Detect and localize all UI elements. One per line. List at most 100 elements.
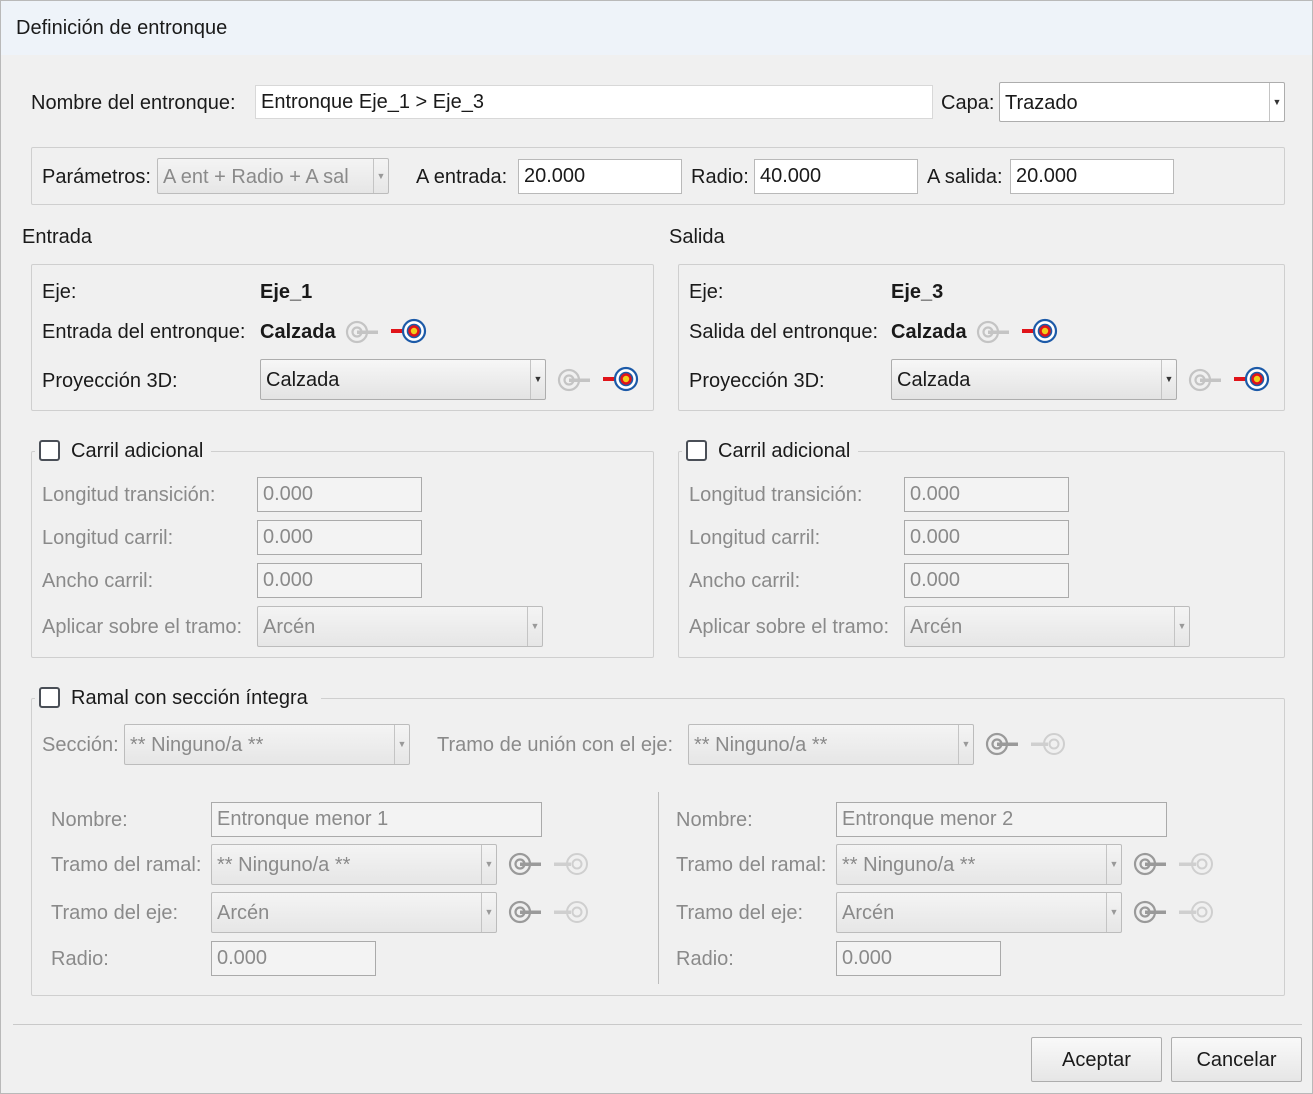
left-tramo-eje-select[interactable]: Arcén ▼	[211, 892, 497, 933]
entrada-proj-value: Calzada	[266, 369, 340, 391]
entrada-long-input[interactable]: 0.000	[257, 520, 422, 555]
right-tramo-eje-label: Tramo del eje:	[676, 902, 804, 924]
salida-aplicar-value: Arcén	[910, 616, 963, 638]
target-point-icon[interactable]	[603, 366, 641, 393]
salida-trans-input[interactable]: 0.000	[904, 477, 1069, 512]
chevron-down-icon: ▼	[481, 893, 496, 932]
entrada-eje-value: Eje_1	[260, 281, 313, 303]
dialog-window: Definición de entronque Nombre del entro…	[0, 0, 1313, 1094]
target-point-icon	[554, 901, 588, 923]
target-point-icon	[1031, 733, 1065, 755]
right-tramo-eje-value: Arcén	[842, 902, 895, 924]
entrada-ancho-input[interactable]: 0.000	[257, 563, 422, 598]
chevron-down-icon: ▼	[530, 360, 545, 399]
radio-input[interactable]: 40.000	[754, 159, 918, 194]
entrada-point-label: Entrada del entronque:	[42, 321, 246, 343]
entrada-carril-checkbox[interactable]	[39, 440, 60, 461]
pick-point-icon[interactable]	[984, 731, 1020, 757]
entrada-long-label: Longitud carril:	[42, 527, 174, 549]
pick-point-icon[interactable]	[1132, 851, 1168, 877]
seccion-select[interactable]: ** Ninguno/a ** ▼	[124, 724, 410, 765]
salida-eje-label: Eje:	[689, 281, 724, 303]
params-label: Parámetros:	[42, 166, 151, 188]
pick-point-icon	[1188, 368, 1223, 392]
entrada-proj-select[interactable]: Calzada ▼	[260, 359, 546, 400]
params-select: A ent + Radio + A sal ▼	[157, 158, 389, 194]
chevron-down-icon: ▼	[527, 607, 542, 646]
salida-trans-label: Longitud transición:	[689, 484, 863, 506]
entrada-title: Entrada	[22, 226, 93, 248]
entrada-aplicar-label: Aplicar sobre el tramo:	[42, 616, 243, 638]
seccion-label: Sección:	[42, 734, 119, 756]
salida-proj-select[interactable]: Calzada ▼	[891, 359, 1177, 400]
pick-point-icon[interactable]	[507, 851, 543, 877]
layer-select[interactable]: Trazado ▼	[999, 82, 1285, 122]
ok-button[interactable]: Aceptar	[1031, 1037, 1162, 1082]
radio-label: Radio:	[691, 166, 749, 188]
chevron-down-icon: ▼	[1106, 845, 1121, 884]
salida-aplicar-label: Aplicar sobre el tramo:	[689, 616, 890, 638]
salida-point-value: Calzada	[891, 321, 967, 343]
right-nombre-input[interactable]: Entronque menor 2	[836, 802, 1167, 837]
target-point-icon	[1179, 901, 1213, 923]
right-radio-label: Radio:	[676, 948, 734, 970]
right-tramo-eje-select[interactable]: Arcén ▼	[836, 892, 1122, 933]
salida-aplicar-select[interactable]: Arcén ▼	[904, 606, 1190, 647]
ramal-checkbox[interactable]	[39, 687, 60, 708]
chevron-down-icon: ▼	[958, 725, 973, 764]
salida-long-label: Longitud carril:	[689, 527, 821, 549]
right-nombre-label: Nombre:	[676, 809, 753, 831]
union-label: Tramo de unión con el eje:	[437, 734, 674, 756]
salida-ancho-label: Ancho carril:	[689, 570, 801, 592]
right-tramo-ramal-value: ** Ninguno/a **	[842, 854, 976, 876]
right-tramo-ramal-label: Tramo del ramal:	[676, 854, 827, 876]
chevron-down-icon: ▼	[1174, 607, 1189, 646]
a-salida-label: A salida:	[927, 166, 1003, 188]
chevron-down-icon: ▼	[394, 725, 409, 764]
a-entrada-input[interactable]: 20.000	[518, 159, 682, 194]
name-input[interactable]: Entronque Eje_1 > Eje_3	[255, 85, 933, 119]
target-point-icon[interactable]	[1234, 366, 1272, 393]
left-tramo-ramal-value: ** Ninguno/a **	[217, 854, 351, 876]
entrada-aplicar-select[interactable]: Arcén ▼	[257, 606, 543, 647]
a-salida-input[interactable]: 20.000	[1010, 159, 1174, 194]
right-radio-input[interactable]: 0.000	[836, 941, 1001, 976]
dialog-title: Definición de entronque	[16, 17, 228, 39]
salida-proj-label: Proyección 3D:	[689, 370, 825, 392]
salida-ancho-input[interactable]: 0.000	[904, 563, 1069, 598]
entrada-proj-label: Proyección 3D:	[42, 370, 178, 392]
salida-proj-value: Calzada	[897, 369, 971, 391]
a-entrada-label: A entrada:	[416, 166, 508, 188]
chevron-down-icon: ▼	[481, 845, 496, 884]
ramal-title: Ramal con sección íntegra	[71, 687, 308, 709]
left-radio-label: Radio:	[51, 948, 109, 970]
entrada-trans-input[interactable]: 0.000	[257, 477, 422, 512]
chevron-down-icon: ▼	[1161, 360, 1176, 399]
target-point-icon[interactable]	[391, 318, 429, 345]
salida-point-label: Salida del entronque:	[689, 321, 879, 343]
salida-eje-value: Eje_3	[891, 281, 944, 303]
footer-separator	[13, 1024, 1302, 1025]
entrada-trans-label: Longitud transición:	[42, 484, 216, 506]
target-point-icon[interactable]	[1022, 318, 1060, 345]
right-tramo-ramal-select[interactable]: ** Ninguno/a ** ▼	[836, 844, 1122, 885]
layer-label: Capa:	[941, 92, 995, 114]
pick-point-icon[interactable]	[1132, 899, 1168, 925]
entrada-carril-title: Carril adicional	[71, 440, 204, 462]
title-bar[interactable]: Definición de entronque	[1, 1, 1312, 55]
left-tramo-ramal-label: Tramo del ramal:	[51, 854, 202, 876]
salida-carril-checkbox[interactable]	[686, 440, 707, 461]
cancel-button[interactable]: Cancelar	[1171, 1037, 1302, 1082]
target-point-icon	[554, 853, 588, 875]
seccion-value: ** Ninguno/a **	[130, 734, 264, 756]
chevron-down-icon: ▼	[373, 159, 388, 193]
entrada-ancho-label: Ancho carril:	[42, 570, 154, 592]
pick-point-icon[interactable]	[507, 899, 543, 925]
left-tramo-eje-value: Arcén	[217, 902, 270, 924]
entrada-eje-label: Eje:	[42, 281, 77, 303]
salida-long-input[interactable]: 0.000	[904, 520, 1069, 555]
left-tramo-ramal-select[interactable]: ** Ninguno/a ** ▼	[211, 844, 497, 885]
union-select[interactable]: ** Ninguno/a ** ▼	[688, 724, 974, 765]
left-nombre-input[interactable]: Entronque menor 1	[211, 802, 542, 837]
left-radio-input[interactable]: 0.000	[211, 941, 376, 976]
